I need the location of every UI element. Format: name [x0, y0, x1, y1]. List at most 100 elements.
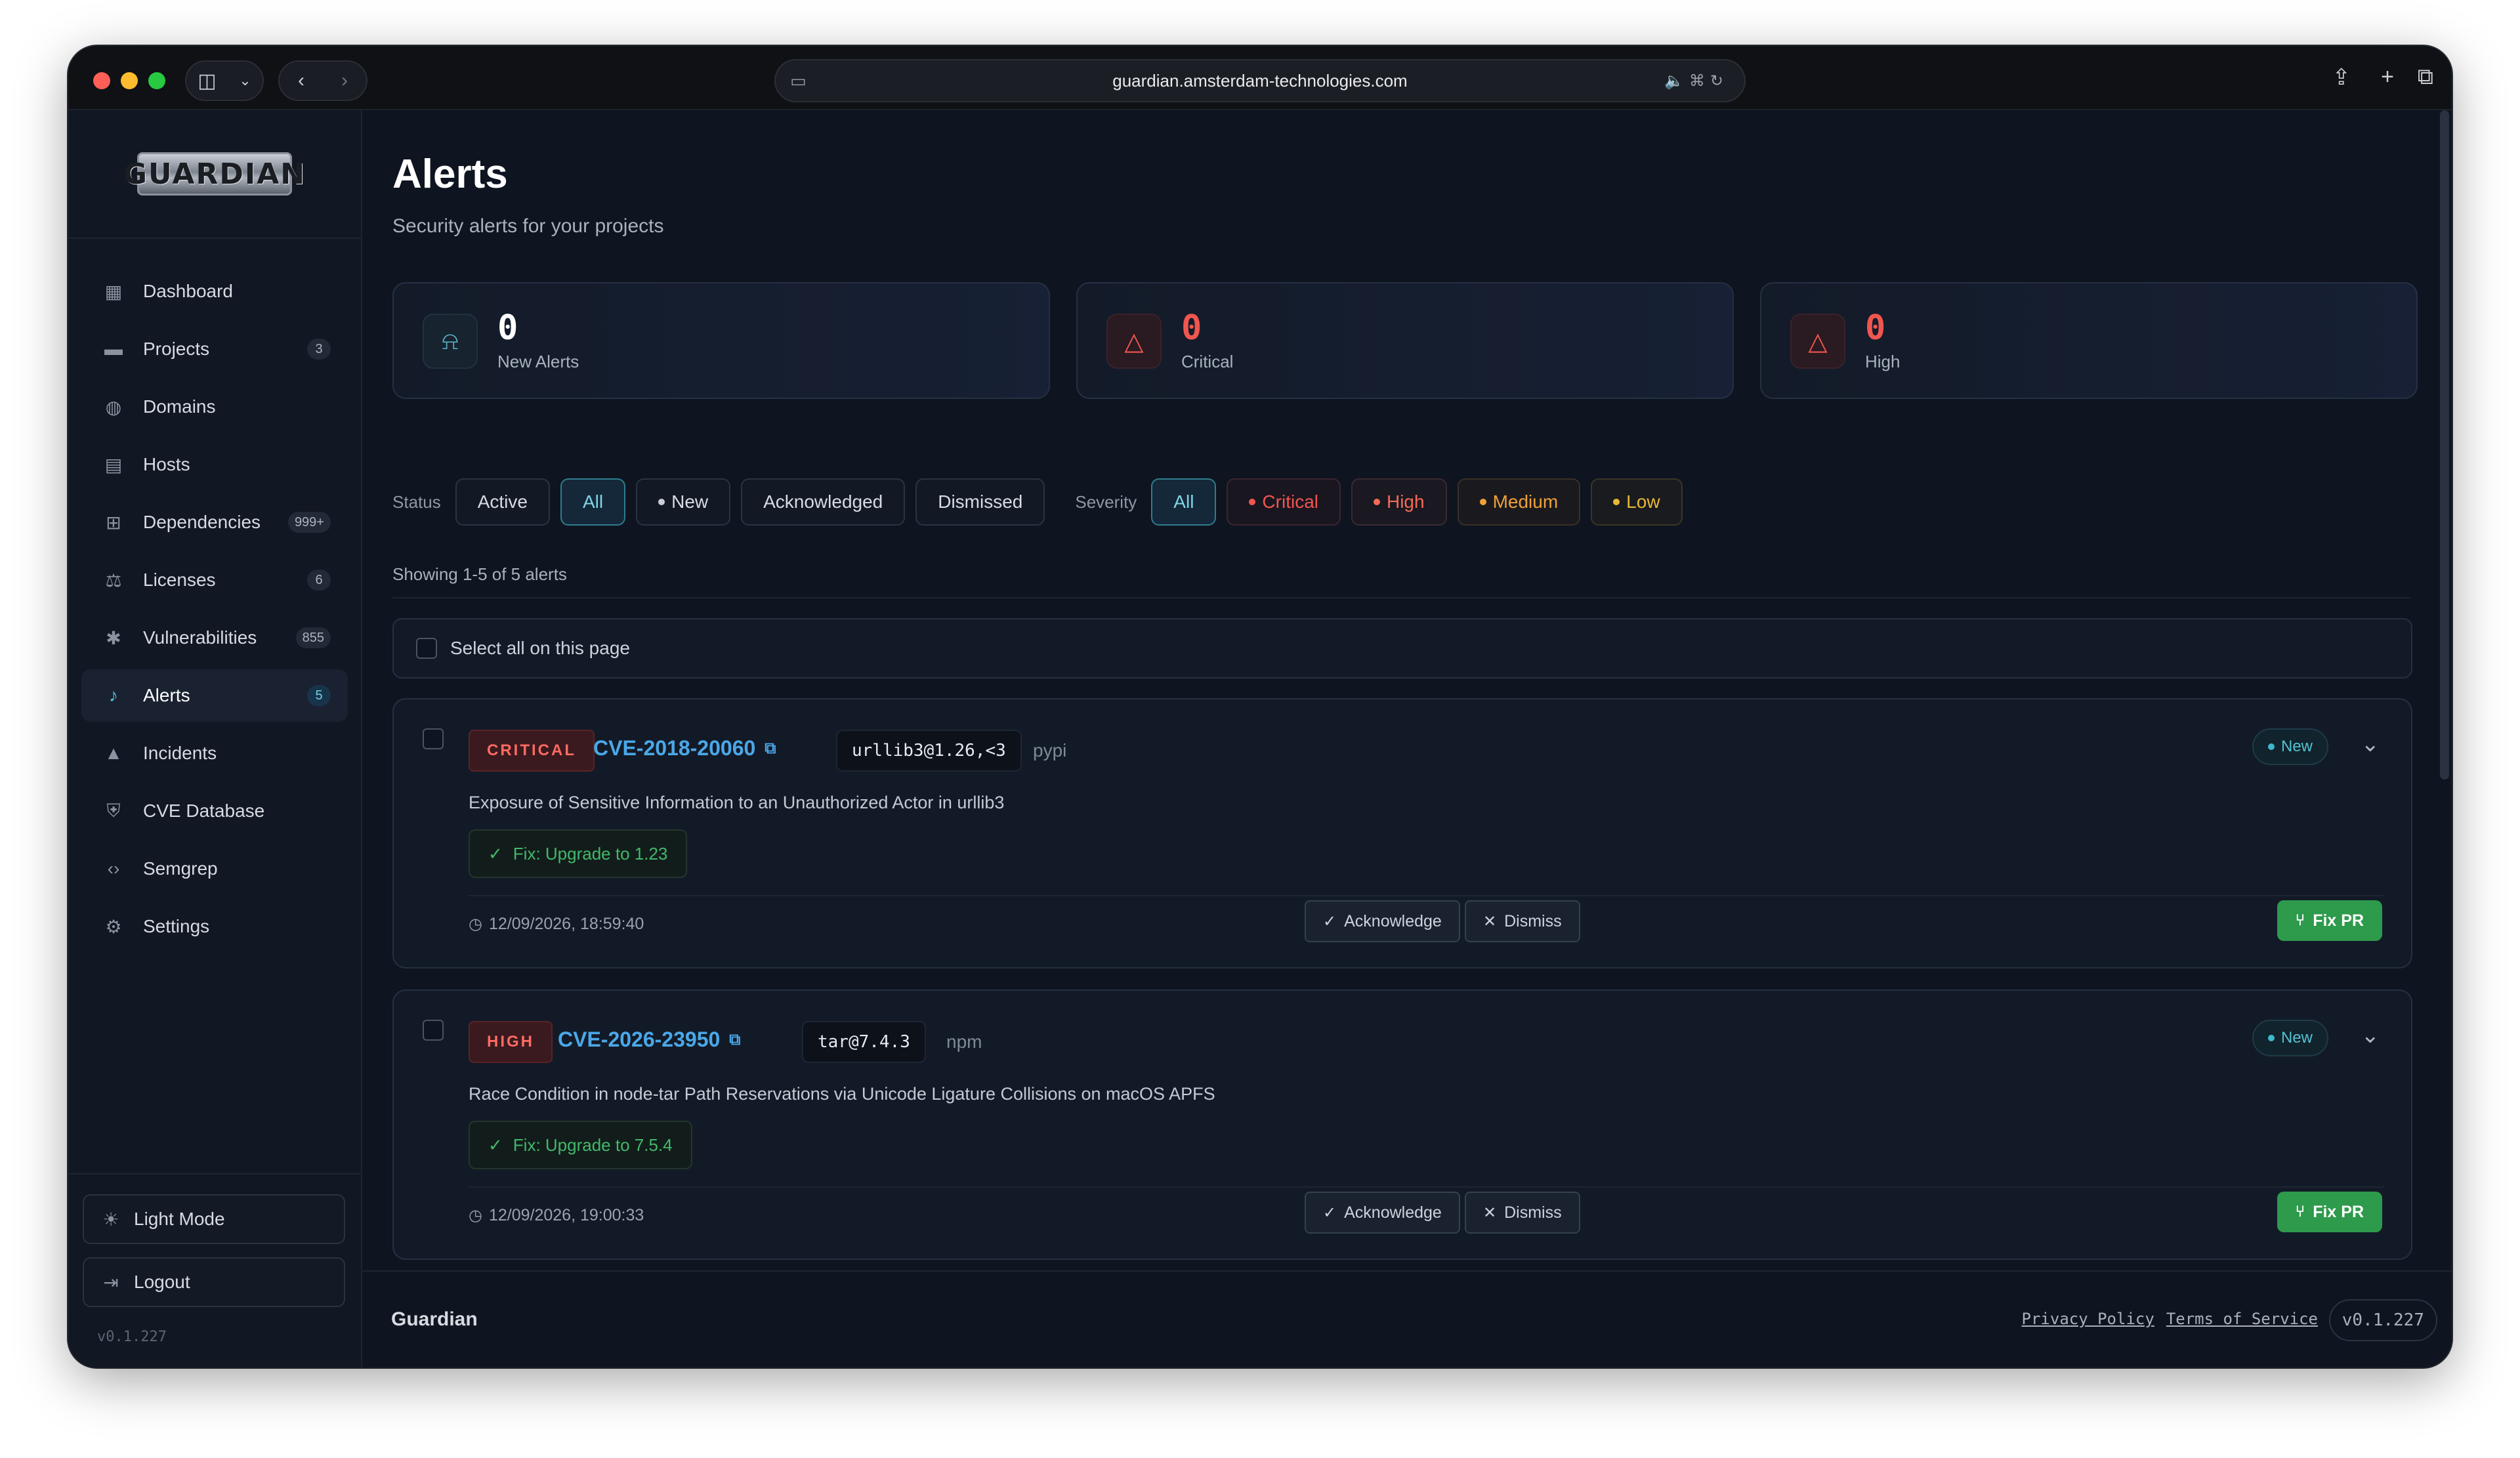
severity-filter-all[interactable]: All — [1151, 478, 1217, 526]
severity-filter-high[interactable]: High — [1351, 478, 1447, 526]
chip-label: Medium — [1492, 491, 1559, 512]
sidebar-item-vulnerabilities[interactable]: ✱ Vulnerabilities 855 — [81, 612, 348, 664]
sidebar-item-label: Incidents — [143, 743, 217, 763]
results-count: Showing 1-5 of 5 alerts — [392, 564, 567, 584]
sidebar-item-projects[interactable]: ▬ Projects 3 — [81, 323, 348, 375]
acknowledge-button[interactable]: ✓ Acknowledge — [1305, 900, 1460, 942]
share-icon[interactable]: ⇪ — [2332, 64, 2351, 91]
server-icon: ▤ — [104, 454, 123, 475]
gear-icon: ⚙ — [105, 916, 122, 937]
status-badge: New — [2252, 1020, 2328, 1056]
alert-card: HIGH CVE-2026-23950 ⧉ tar@7.4.3 npm New ⌄ Race … — [392, 989, 2412, 1260]
guardian-logo[interactable]: GUARDIAN — [123, 152, 304, 196]
privacy-policy-link[interactable]: Privacy Policy — [2022, 1310, 2154, 1328]
warning-icon: ▲ — [104, 743, 123, 763]
cve-link[interactable]: CVE-2018-20060 ⧉ — [593, 736, 776, 760]
maximize-window-button[interactable] — [148, 72, 165, 89]
audio-icon[interactable]: 🔈 — [1664, 72, 1689, 90]
alert-timestamp: ◷ 12/09/2026, 19:00:33 — [469, 1206, 644, 1225]
dismiss-button[interactable]: ✕ Dismiss — [1465, 1192, 1580, 1234]
chevron-down-icon[interactable]: ⌄ — [2361, 731, 2380, 757]
check-icon: ✓ — [488, 1135, 503, 1155]
back-button[interactable]: ‹ — [298, 70, 304, 92]
gavel-icon: ⚖ — [105, 570, 122, 591]
page-title: Alerts — [392, 152, 508, 197]
stat-label: New Alerts — [497, 352, 579, 371]
external-link-icon: ⧉ — [765, 739, 776, 757]
stat-value: 0 — [1865, 308, 1886, 348]
sidebar-item-label: Domains — [143, 396, 216, 417]
alert-timestamp: ◷ 12/09/2026, 18:59:40 — [469, 915, 644, 934]
forward-button[interactable]: › — [341, 70, 348, 92]
sidebar-item-dependencies[interactable]: ⊞ Dependencies 999+ — [81, 496, 348, 549]
fix-suggestion: ✓ Fix: Upgrade to 1.23 — [469, 829, 688, 878]
acknowledge-button[interactable]: ✓ Acknowledge — [1305, 1192, 1460, 1234]
acknowledge-label: Acknowledge — [1344, 1203, 1442, 1222]
count-badge: 855 — [295, 627, 331, 648]
external-link-icon: ⧉ — [729, 1030, 741, 1049]
status-filter-dismissed[interactable]: Dismissed — [915, 478, 1045, 526]
stat-card-high: △ 0 High — [1760, 282, 2418, 399]
alert-card: CRITICAL CVE-2018-20060 ⧉ urllib3@1.26,<3 py… — [392, 698, 2412, 969]
scrollbar[interactable] — [2440, 110, 2449, 780]
sidebar-item-domains[interactable]: ◍ Domains — [81, 381, 348, 433]
alert-checkbox[interactable] — [423, 728, 444, 749]
sidebar-toggle-button[interactable]: ◫ ⌄ — [185, 60, 264, 101]
sidebar: GUARDIAN ▦ Dashboard ▬ Projects 3 ◍ Domains ▤ Ho… — [68, 110, 362, 1367]
tab-overview-icon[interactable]: ⧉ — [2418, 64, 2433, 90]
severity-filter-medium[interactable]: Medium — [1457, 478, 1581, 526]
bell-icon: ⍾ — [423, 314, 478, 369]
sidebar-item-incidents[interactable]: ▲ Incidents — [81, 727, 348, 780]
translate-icon[interactable]: ⌘ — [1689, 72, 1710, 90]
sidebar-item-alerts[interactable]: ♪ Alerts 5 — [81, 669, 348, 722]
severity-filter-low[interactable]: Low — [1591, 478, 1683, 526]
cve-link[interactable]: CVE-2026-23950 ⧉ — [558, 1028, 740, 1052]
logout-button[interactable]: ⇥ Logout — [83, 1257, 345, 1307]
chevron-down-icon: ⌄ — [239, 72, 251, 89]
shield-icon: ⛨ — [106, 800, 121, 821]
page-settings-icon[interactable]: ▭ — [790, 71, 807, 91]
terms-of-service-link[interactable]: Terms of Service — [2166, 1310, 2318, 1328]
dismiss-button[interactable]: ✕ Dismiss — [1465, 900, 1580, 942]
severity-filter-critical[interactable]: Critical — [1227, 478, 1341, 526]
select-all-checkbox[interactable] — [416, 638, 437, 659]
sidebar-item-settings[interactable]: ⚙ Settings — [81, 900, 348, 953]
filter-bar: Status Active All New Acknowledged Dismissed… — [392, 478, 1693, 526]
sidebar-item-semgrep[interactable]: ‹› Semgrep — [81, 843, 348, 895]
select-all-row[interactable]: Select all on this page — [392, 618, 2412, 678]
dot-icon — [2267, 1035, 2275, 1041]
status-filter-active[interactable]: Active — [455, 478, 550, 526]
fix-pr-button[interactable]: ⑂ Fix PR — [2277, 900, 2382, 941]
sidebar-item-dashboard[interactable]: ▦ Dashboard — [81, 265, 348, 318]
sidebar-item-licenses[interactable]: ⚖ Licenses 6 — [81, 554, 348, 606]
ecosystem-label: pypi — [1033, 740, 1067, 760]
sidebar-footer: ☀ Light Mode ⇥ Logout v0.1.227 — [68, 1173, 361, 1367]
light-mode-label: Light Mode — [134, 1209, 225, 1229]
fix-pr-button[interactable]: ⑂ Fix PR — [2277, 1192, 2382, 1232]
divider — [392, 597, 2411, 598]
status-filter-acknowledged[interactable]: Acknowledged — [741, 478, 906, 526]
light-mode-button[interactable]: ☀ Light Mode — [83, 1194, 345, 1244]
sidebar-item-label: Vulnerabilities — [143, 627, 257, 648]
sidebar-nav: ▦ Dashboard ▬ Projects 3 ◍ Domains ▤ Hosts ⊞ Depen… — [68, 239, 361, 953]
sidebar-item-hosts[interactable]: ▤ Hosts — [81, 438, 348, 491]
status-filter-new[interactable]: New — [636, 478, 731, 526]
close-window-button[interactable] — [93, 72, 110, 89]
minimize-window-button[interactable] — [121, 72, 138, 89]
logout-label: Logout — [134, 1272, 190, 1292]
new-tab-icon[interactable]: + — [2381, 64, 2394, 90]
check-icon: ✓ — [488, 843, 503, 864]
alert-checkbox[interactable] — [423, 1020, 444, 1041]
dot-icon — [1613, 499, 1620, 505]
select-all-label: Select all on this page — [450, 638, 630, 658]
chip-label: Dismissed — [938, 491, 1023, 512]
status-filter-all[interactable]: All — [560, 478, 626, 526]
count-badge: 6 — [307, 570, 331, 591]
reload-icon[interactable]: ↻ — [1710, 72, 1729, 90]
chevron-down-icon[interactable]: ⌄ — [2361, 1022, 2380, 1049]
chip-label: New — [671, 491, 709, 512]
status-label: New — [2280, 1029, 2313, 1047]
sidebar-item-cve-database[interactable]: ⛨ CVE Database — [81, 785, 348, 837]
address-bar[interactable]: ▭ guardian.amsterdam-technologies.com 🔈⌘… — [774, 59, 1746, 102]
dependencies-icon: ⊞ — [106, 512, 121, 533]
